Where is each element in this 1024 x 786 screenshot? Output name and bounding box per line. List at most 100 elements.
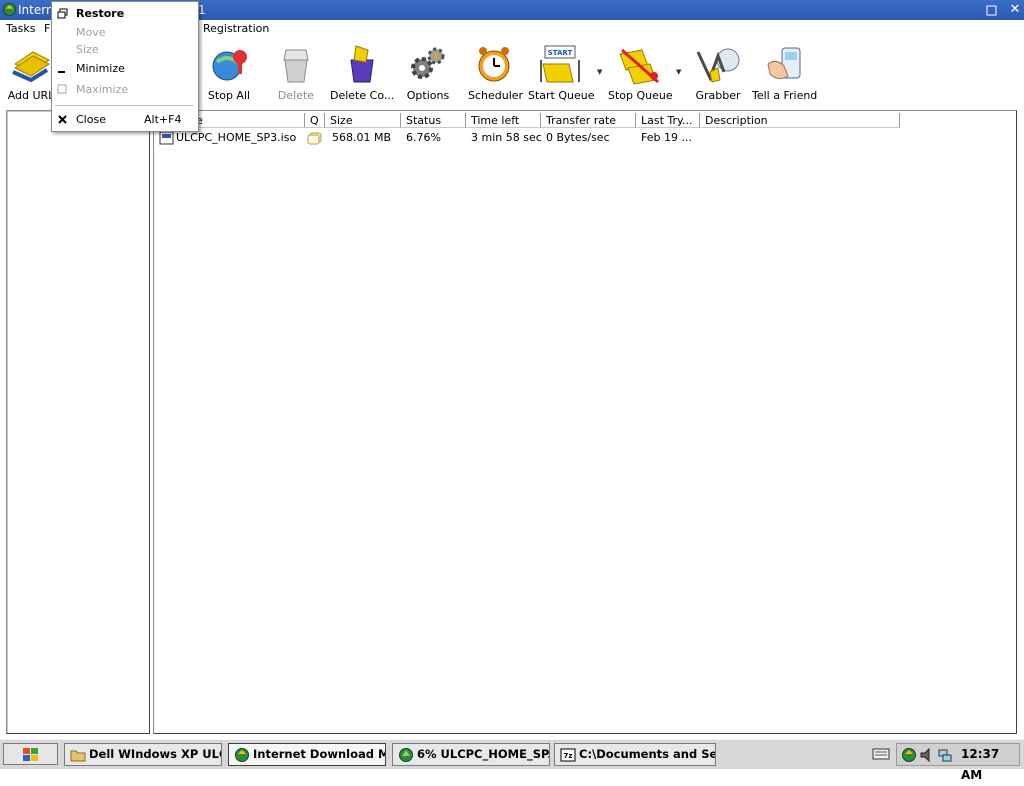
file-last-try: Feb 19 ... [641, 131, 692, 144]
menu-file[interactable]: F [44, 22, 50, 35]
minimize-label: Minimize [76, 62, 125, 75]
restore-window-button[interactable] [984, 2, 1000, 18]
alarm-clock-icon [478, 47, 510, 82]
close-x-icon [58, 115, 67, 124]
iso-file-icon [159, 131, 174, 145]
taskbar-button-7zip[interactable]: 7z C:\Documents and Se... [554, 743, 716, 766]
start-queue-dropdown-arrow-icon[interactable]: ▼ [597, 68, 602, 76]
system-tray: 12:37 AM [896, 743, 1020, 782]
taskbar-button-idm[interactable]: Internet Download M... [228, 743, 386, 766]
restore-icon [57, 8, 68, 19]
7zip-icon: 7z [560, 748, 576, 762]
delete-icon [283, 49, 309, 83]
svg-text:7z: 7z [564, 752, 573, 760]
windows-logo-icon [23, 748, 38, 761]
taskbar-button-explorer[interactable]: Dell WIndows XP ULC... [64, 743, 222, 766]
add-url-button[interactable]: Add URL [6, 42, 56, 104]
taskbar-label: C:\Documents and Se... [579, 747, 716, 761]
file-size: 568.01 MB [332, 131, 392, 144]
idm-globe-icon [235, 748, 249, 762]
speaker-icon[interactable] [919, 747, 935, 763]
menu-item-maximize[interactable]: Maximize [52, 81, 198, 98]
options-button[interactable]: Options [405, 42, 451, 104]
idm-tray-icon[interactable] [901, 747, 917, 763]
delete-label: Delete [277, 89, 315, 102]
file-status: 6.76% [406, 131, 441, 144]
column-size[interactable]: Size [325, 113, 401, 128]
menu-item-move[interactable]: Move [52, 24, 198, 41]
stop-all-icon [212, 50, 247, 81]
start-button[interactable] [3, 743, 58, 765]
stop-queue-dropdown-arrow-icon[interactable]: ▼ [676, 68, 681, 76]
tell-a-friend-button[interactable]: Tell a Friend [752, 42, 818, 104]
clock[interactable]: 12:37 AM [961, 744, 1019, 786]
stop-all-label: Stop All [207, 89, 251, 102]
maximize-label: Maximize [76, 83, 129, 96]
scheduler-label: Scheduler [468, 89, 524, 102]
taskbar: Dell WIndows XP ULC... Internet Download… [0, 739, 1024, 782]
tell-a-friend-icon [767, 47, 801, 80]
column-time-left[interactable]: Time left [466, 113, 541, 128]
taskbar-button-download-progress[interactable]: 6% ULCPC_HOME_SP... [392, 743, 550, 766]
delete-button[interactable]: Delete [272, 42, 320, 104]
column-status[interactable]: Status [401, 113, 466, 128]
file-time-left: 3 min 58 sec [471, 131, 542, 144]
file-transfer-rate: 0 Bytes/sec [546, 131, 610, 144]
start-badge-text: START [548, 49, 573, 57]
grabber-icon [696, 48, 740, 83]
delete-completed-label: Delete Co... [330, 89, 395, 102]
menu-item-restore[interactable]: Restore [52, 5, 198, 22]
taskbar-label: 6% ULCPC_HOME_SP... [417, 747, 550, 761]
menu-item-close[interactable]: Close Alt+F4 [52, 111, 198, 128]
grabber-button[interactable]: Grabber [694, 42, 742, 104]
start-queue-button[interactable]: START Start Queue [528, 42, 595, 104]
menu-tasks[interactable]: Tasks [6, 22, 35, 35]
delete-completed-button[interactable]: Delete Co... [330, 42, 394, 104]
network-icon[interactable] [937, 747, 953, 763]
column-last-try[interactable]: Last Try... [636, 113, 700, 128]
close-window-button[interactable]: ✕ [1007, 2, 1023, 18]
menu-registration[interactable]: Registration [203, 22, 269, 35]
menu-item-size[interactable]: Size [52, 41, 198, 58]
stop-all-button[interactable]: Stop All [202, 42, 256, 104]
explorer-folder-icon [70, 750, 86, 762]
taskbar-label: Internet Download M... [253, 747, 385, 761]
stop-queue-label: Stop Queue [608, 89, 673, 102]
download-row[interactable]: ULCPC_HOME_SP3.iso 568.01 MB 6.76% 3 min… [154, 130, 1014, 146]
taskbar-label: Dell WIndows XP ULC... [89, 747, 221, 761]
column-transfer-rate[interactable]: Transfer rate [541, 113, 636, 128]
menu-item-minimize[interactable]: Minimize [52, 60, 198, 77]
add-url-label: Add URL [7, 89, 55, 102]
restore-icon [986, 5, 997, 16]
window-title: Intern [18, 3, 54, 17]
keyboard-icon[interactable] [872, 747, 890, 761]
queue-icon [307, 132, 322, 145]
column-q[interactable]: Q [305, 113, 325, 128]
move-label: Move [76, 26, 106, 39]
start-queue-label: Start Queue [528, 89, 595, 102]
download-list[interactable]: e Q Size Status Time left Transfer rate … [153, 110, 1017, 734]
idm-progress-icon [399, 748, 413, 762]
maximize-icon [57, 84, 67, 94]
window-title-tail: 1 [198, 3, 206, 17]
restore-label: Restore [76, 7, 125, 20]
add-url-icon [12, 51, 50, 83]
stop-queue-icon [619, 48, 659, 85]
column-description[interactable]: Description [700, 113, 900, 128]
close-label: Close [76, 113, 106, 126]
system-context-menu: Restore Move Size Minimize Maximize Clos… [51, 1, 199, 132]
start-queue-icon: START [540, 45, 580, 83]
close-shortcut: Alt+F4 [144, 113, 182, 126]
scheduler-button[interactable]: Scheduler [468, 42, 524, 104]
tell-a-friend-label: Tell a Friend [752, 89, 818, 102]
idm-app-icon [2, 2, 17, 17]
file-name: ULCPC_HOME_SP3.iso [176, 131, 297, 144]
list-header: e Q Size Status Time left Transfer rate … [154, 113, 1016, 129]
menu-separator [55, 105, 193, 106]
options-label: Options [406, 89, 450, 102]
minimize-icon [58, 71, 65, 73]
stop-queue-button[interactable]: Stop Queue [608, 42, 673, 104]
options-gear-icon [411, 47, 445, 79]
categories-tree-panel[interactable] [6, 110, 150, 734]
size-label: Size [76, 43, 99, 56]
